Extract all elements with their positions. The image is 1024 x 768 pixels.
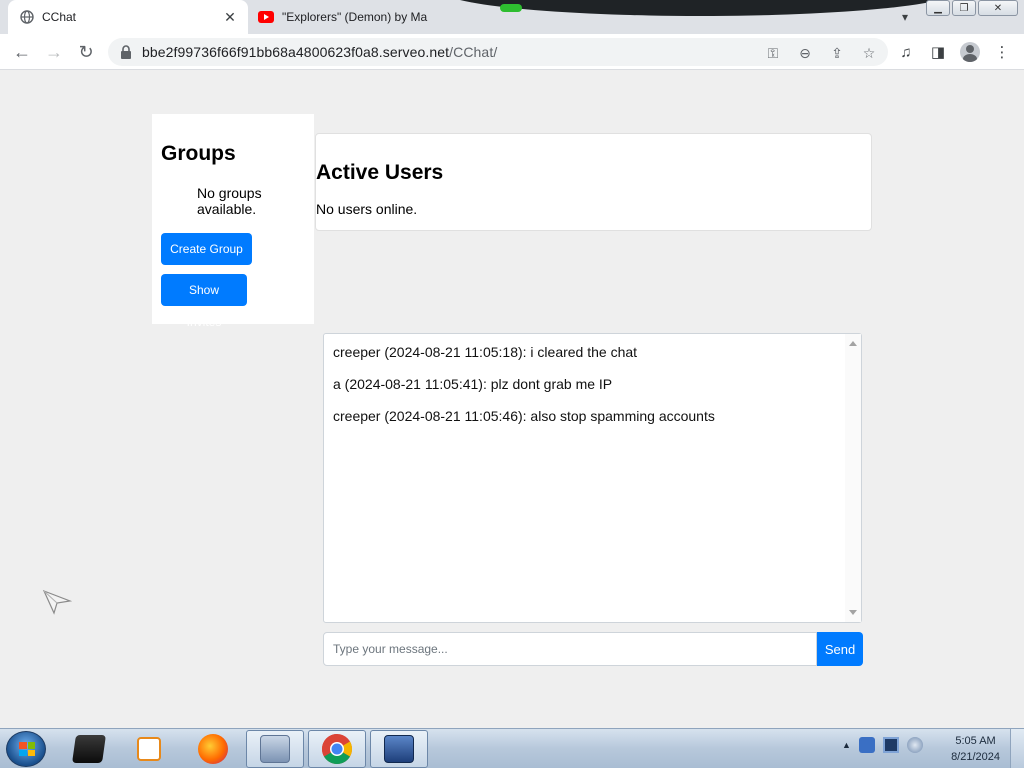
bookmark-star-icon[interactable]: ☆ bbox=[860, 44, 878, 62]
active-users-heading: Active Users bbox=[316, 161, 444, 184]
clock-time: 5:05 AM bbox=[955, 735, 996, 747]
chat-messages-box[interactable]: creeper (2024-08-21 11:05:18): i cleared… bbox=[323, 333, 862, 623]
lock-icon bbox=[121, 45, 131, 59]
close-tab-icon[interactable]: ✕ bbox=[222, 9, 238, 25]
windows-logo-icon bbox=[19, 742, 35, 756]
no-users-text: No users online. bbox=[316, 201, 418, 217]
no-groups-text: No groups available. bbox=[197, 185, 262, 217]
tray-expand-icon[interactable]: ▲ bbox=[842, 740, 851, 750]
chrome-icon bbox=[321, 734, 353, 765]
profile-icon[interactable] bbox=[958, 40, 982, 64]
youtube-icon bbox=[258, 11, 274, 23]
groups-panel: Groups No groups available. Create Group… bbox=[152, 114, 314, 329]
menu-kebab-icon[interactable]: ⋮ bbox=[990, 40, 1014, 64]
minimize-button[interactable]: ▁ bbox=[926, 0, 950, 16]
url-text: bbe2f99736f66f91bb68a4800623f0a8.serveo.… bbox=[142, 44, 497, 60]
scroll-down-icon[interactable] bbox=[849, 610, 857, 615]
chat-scrollbar[interactable] bbox=[845, 334, 861, 622]
toolbar-right-actions: ♫ ◨ ⋮ bbox=[894, 40, 1014, 64]
network-app[interactable] bbox=[370, 730, 428, 768]
share-icon[interactable]: ⇪ bbox=[828, 44, 846, 62]
show-invites-button[interactable]: Show Invites bbox=[161, 274, 247, 329]
system-clock[interactable]: 5:05 AM 8/21/2024 bbox=[951, 733, 1000, 765]
chrome-app[interactable] bbox=[308, 730, 366, 768]
clock-date: 8/21/2024 bbox=[951, 751, 1000, 763]
omnibox-actions: ⚿ ⊖ ⇪ ☆ bbox=[764, 44, 878, 62]
avatar bbox=[960, 42, 980, 62]
browser-toolbar: ← → ↻ bbe2f99736f66f91bb68a4800623f0a8.s… bbox=[0, 34, 1024, 70]
key-icon[interactable]: ⚿ bbox=[764, 44, 782, 62]
zoom-icon[interactable]: ⊖ bbox=[796, 44, 814, 62]
active-users-panel: Active Users No users online. bbox=[315, 133, 872, 231]
window-overlay bbox=[440, 0, 960, 16]
taskbar: ▲ 5:05 AM 8/21/2024 bbox=[0, 728, 1024, 768]
browser-tab-strip: CChat ✕ "Explorers" (Demon) by Ma ▾ ▁ ❐ … bbox=[0, 0, 1024, 34]
mouse-cursor-icon bbox=[42, 589, 72, 615]
tray-app-icon[interactable] bbox=[858, 737, 875, 753]
message-input[interactable] bbox=[323, 632, 817, 666]
side-panel-icon[interactable]: ◨ bbox=[926, 40, 950, 64]
forward-arrow-icon[interactable]: → bbox=[42, 40, 66, 64]
url-path: /CChat/ bbox=[449, 44, 498, 60]
window-controls: ▁ ❐ ✕ bbox=[926, 0, 1018, 16]
page-viewport: Groups No groups available. Create Group… bbox=[0, 70, 1024, 728]
chat-message-list: creeper (2024-08-21 11:05:18): i cleared… bbox=[324, 334, 845, 622]
chat-message: a (2024-08-21 11:05:41): plz dont grab m… bbox=[333, 376, 613, 392]
network-computers-icon bbox=[384, 735, 414, 763]
url-host: bbe2f99736f66f91bb68a4800623f0a8.serveo.… bbox=[142, 44, 450, 60]
chat-message: creeper (2024-08-21 11:05:46): also stop… bbox=[333, 408, 715, 424]
create-group-button[interactable]: Create Group bbox=[161, 233, 252, 265]
address-bar[interactable]: bbe2f99736f66f91bb68a4800623f0a8.serveo.… bbox=[108, 38, 888, 66]
system-tray: ▲ bbox=[842, 737, 923, 753]
show-desktop-button[interactable] bbox=[1010, 729, 1024, 768]
close-window-button[interactable]: ✕ bbox=[978, 0, 1018, 16]
scroll-up-icon[interactable] bbox=[849, 341, 857, 346]
volume-icon[interactable] bbox=[906, 737, 923, 753]
disk-utility-icon bbox=[260, 735, 290, 763]
chat-message: creeper (2024-08-21 11:05:18): i cleared… bbox=[333, 344, 638, 360]
overlay-glow bbox=[500, 4, 522, 12]
globe-icon bbox=[20, 10, 34, 24]
back-arrow-icon[interactable]: ← bbox=[10, 40, 34, 64]
send-button[interactable]: Send bbox=[817, 632, 863, 666]
restore-button[interactable]: ❐ bbox=[952, 0, 976, 16]
firefox-icon bbox=[198, 734, 228, 764]
network-icon[interactable] bbox=[882, 737, 899, 753]
disk-utility-app[interactable] bbox=[246, 730, 304, 768]
tab-cchat[interactable]: CChat ✕ bbox=[8, 0, 248, 34]
media-controls-icon[interactable]: ♫ bbox=[894, 40, 918, 64]
tab-title: CChat bbox=[42, 10, 77, 24]
tab-title: "Explorers" (Demon) by Ma bbox=[282, 10, 428, 24]
media-player-app[interactable] bbox=[120, 730, 178, 768]
terminal-app[interactable] bbox=[60, 730, 118, 768]
start-button[interactable] bbox=[6, 731, 46, 767]
terminal-icon bbox=[72, 735, 106, 763]
media-player-icon bbox=[137, 737, 161, 761]
tab-youtube[interactable]: "Explorers" (Demon) by Ma bbox=[252, 0, 488, 34]
reload-icon[interactable]: ↻ bbox=[74, 40, 98, 64]
firefox-app[interactable] bbox=[184, 730, 242, 768]
groups-heading: Groups bbox=[161, 142, 236, 165]
tab-search-chevron-icon[interactable]: ▾ bbox=[896, 8, 914, 26]
